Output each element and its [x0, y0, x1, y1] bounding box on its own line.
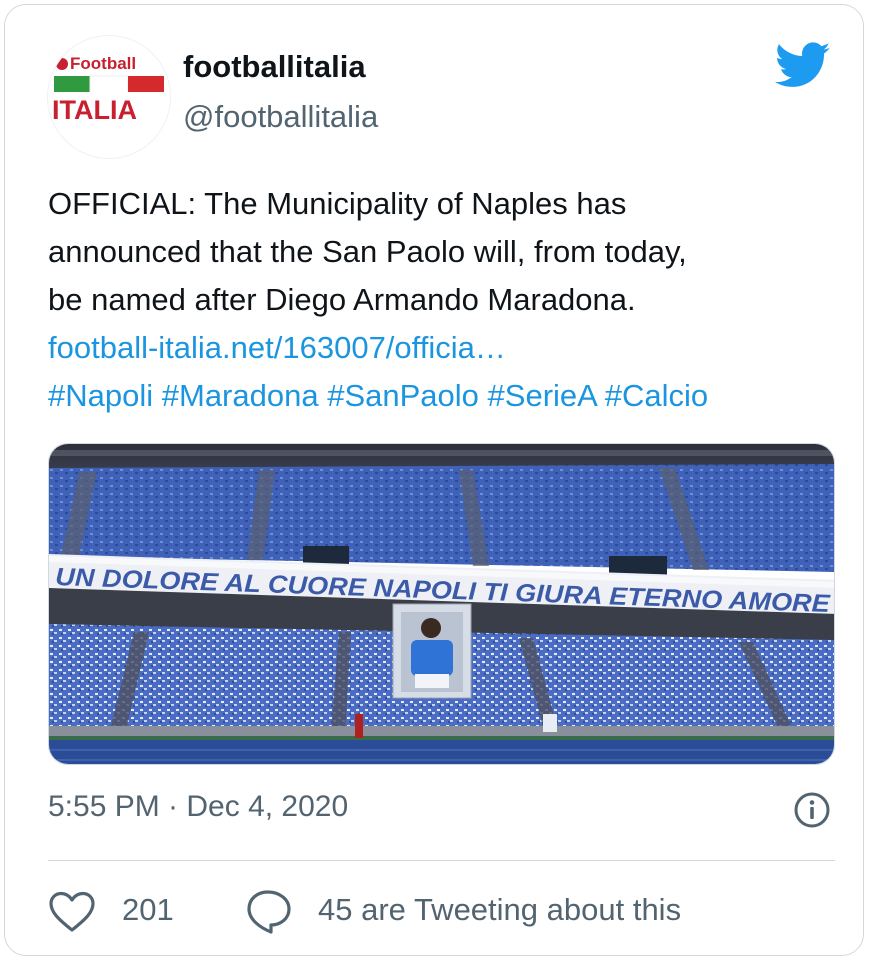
- svg-text:ITALIA: ITALIA: [52, 95, 137, 125]
- tweet-text: OFFICIAL: The Municipality of Naples has…: [48, 180, 848, 420]
- tweet-media-photo[interactable]: UN DOLORE AL CUORE NAPOLI TI GIURA ETERN…: [48, 443, 835, 765]
- article-link[interactable]: football-italia.net/163007/officia…: [48, 330, 506, 365]
- author-name[interactable]: footballitalia: [183, 49, 366, 85]
- hashtag-row: #Napoli #Maradona #SanPaolo #SerieA #Cal…: [48, 372, 848, 420]
- hashtag-calcio[interactable]: #Calcio: [605, 378, 708, 413]
- info-icon[interactable]: [793, 791, 831, 829]
- hashtag-seriea[interactable]: #SerieA: [488, 378, 597, 413]
- twitter-bird-icon[interactable]: [771, 37, 835, 93]
- heart-icon[interactable]: [48, 890, 96, 934]
- hashtag-napoli[interactable]: #Napoli: [48, 378, 153, 413]
- tweet-text-line: announced that the San Paolo will, from …: [48, 234, 687, 269]
- hashtag-sanpaolo[interactable]: #SanPaolo: [327, 378, 479, 413]
- tweet-card: Football ITALIA footballitalia @football…: [4, 4, 864, 956]
- footballitalia-logo: Football ITALIA: [52, 54, 164, 125]
- tweet-text-line: be named after Diego Armando Maradona.: [48, 282, 636, 317]
- author-avatar[interactable]: Football ITALIA: [47, 35, 171, 159]
- svg-text:Football: Football: [70, 54, 136, 73]
- tweet-text-line: OFFICIAL: The Municipality of Naples has: [48, 186, 627, 221]
- hashtag-maradona[interactable]: #Maradona: [162, 378, 319, 413]
- speech-bubble-icon[interactable]: [245, 888, 293, 936]
- like-count[interactable]: 201: [122, 892, 174, 928]
- divider: [48, 860, 835, 861]
- conversation-link[interactable]: 45 are Tweeting about this: [318, 892, 681, 928]
- stadium-photo: UN DOLORE AL CUORE NAPOLI TI GIURA ETERN…: [49, 444, 834, 764]
- author-handle[interactable]: @footballitalia: [183, 99, 378, 135]
- tweet-timestamp[interactable]: 5:55 PM · Dec 4, 2020: [48, 790, 348, 824]
